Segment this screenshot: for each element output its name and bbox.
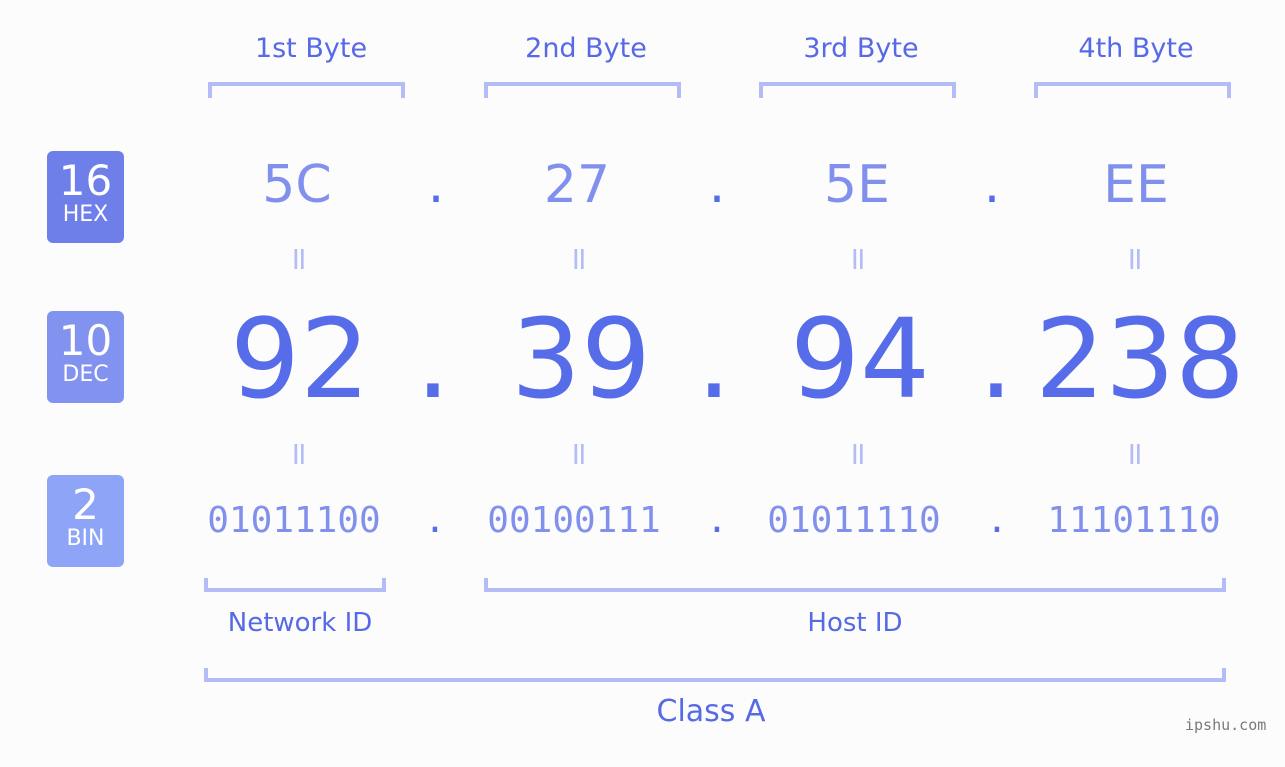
hex-separator-3: .	[983, 155, 1001, 215]
byte-header-2: 2nd Byte	[525, 33, 647, 64]
dec-badge: 10 DEC	[47, 311, 124, 403]
host-id-label: Host ID	[807, 608, 903, 638]
byte-bracket-3	[759, 82, 956, 98]
bin-base-number: 2	[72, 480, 99, 529]
equals-icon: =	[561, 440, 599, 468]
hex-octet-3: 5E	[824, 155, 890, 215]
byte-header-1: 1st Byte	[254, 33, 368, 64]
dec-separator-1: .	[415, 295, 451, 423]
equals-icon: =	[1117, 245, 1155, 273]
watermark: ipshu.com	[1185, 716, 1267, 734]
hex-badge: 16 HEX	[47, 151, 124, 243]
equals-icon: =	[281, 245, 319, 273]
bin-octet-2: 00100111	[487, 500, 661, 541]
equals-icon: =	[1117, 440, 1155, 468]
byte-bracket-4	[1034, 82, 1231, 98]
network-id-bracket	[204, 578, 386, 592]
dec-separator-3: .	[978, 295, 1014, 423]
bin-octet-3: 01011110	[767, 500, 941, 541]
dec-base-number: 10	[58, 316, 113, 365]
hex-separator-2: .	[708, 155, 726, 215]
dec-octet-4: 238	[1035, 295, 1245, 423]
bin-octet-1: 01011100	[207, 500, 381, 541]
bin-separator-3: .	[986, 500, 1008, 541]
hex-octet-2: 27	[543, 155, 611, 215]
equals-icon: =	[281, 440, 319, 468]
equals-icon: =	[840, 245, 878, 273]
dec-octet-3: 94	[790, 295, 930, 423]
class-label: Class A	[656, 694, 766, 729]
hex-octet-4: EE	[1103, 155, 1169, 215]
byte-header-3: 3rd Byte	[803, 33, 919, 64]
hex-separator-1: .	[427, 155, 445, 215]
bin-octet-4: 11101110	[1047, 500, 1221, 541]
hex-base-label: HEX	[62, 202, 109, 227]
dec-separator-2: .	[696, 295, 732, 423]
bin-separator-1: .	[424, 500, 446, 541]
host-id-bracket	[484, 578, 1226, 592]
dec-octet-1: 92	[230, 295, 370, 423]
bin-base-label: BIN	[66, 526, 105, 551]
bin-separator-2: .	[706, 500, 728, 541]
byte-bracket-1	[208, 82, 405, 98]
dec-octet-2: 39	[511, 295, 651, 423]
hex-octet-1: 5C	[262, 155, 332, 215]
dec-base-label: DEC	[62, 362, 109, 387]
equals-icon: =	[561, 245, 599, 273]
class-bracket	[204, 668, 1226, 682]
network-id-label: Network ID	[227, 608, 373, 638]
bin-badge: 2 BIN	[47, 475, 124, 567]
byte-bracket-2	[484, 82, 681, 98]
hex-base-number: 16	[58, 156, 113, 205]
equals-icon: =	[840, 440, 878, 468]
byte-header-4: 4th Byte	[1078, 33, 1194, 64]
